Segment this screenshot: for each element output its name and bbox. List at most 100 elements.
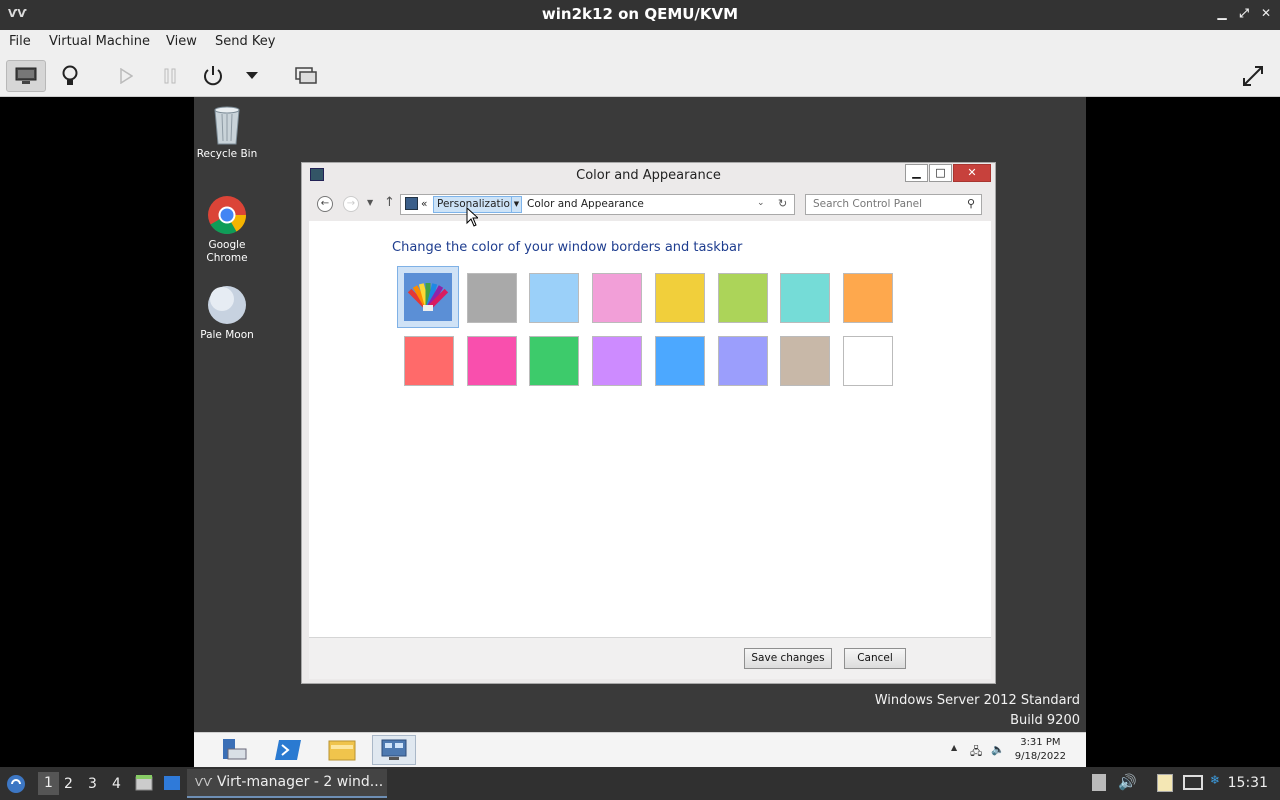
- search-input[interactable]: Search Control Panel ⚲: [805, 194, 982, 215]
- dialog-close-button[interactable]: ✕: [953, 164, 991, 182]
- workspace-4[interactable]: 4: [112, 776, 121, 792]
- power-menu-button[interactable]: [232, 60, 272, 92]
- breadcrumb-color-appearance[interactable]: Color and Appearance: [527, 198, 644, 210]
- color-swatch[interactable]: [780, 273, 831, 323]
- menu-virtual-machine[interactable]: Virtual Machine: [49, 34, 150, 49]
- start-menu-icon[interactable]: [6, 774, 26, 794]
- menu-file[interactable]: File: [9, 34, 31, 49]
- clipboard-icon[interactable]: [1092, 774, 1106, 791]
- desktop-icon-pale-moon[interactable]: Pale Moon: [194, 285, 260, 342]
- color-swatch[interactable]: [466, 336, 517, 386]
- windows-clock[interactable]: 3:31 PM 9/18/2022: [1015, 736, 1066, 764]
- color-swatch[interactable]: [780, 336, 831, 386]
- toolbar: [0, 54, 1280, 97]
- lightbulb-icon: [62, 65, 78, 85]
- color-swatch[interactable]: [654, 336, 705, 386]
- color-swatch[interactable]: [654, 273, 705, 323]
- run-button[interactable]: [106, 60, 146, 92]
- color-appearance-dialog: Color and Appearance ▁ □ ✕ ← → ▼ ↑ « Per…: [301, 162, 996, 684]
- updates-icon[interactable]: ❄: [1210, 773, 1220, 787]
- page-heading: Change the color of your window borders …: [392, 240, 743, 255]
- breadcrumb-overflow[interactable]: «: [421, 198, 427, 210]
- console-button[interactable]: [6, 60, 46, 92]
- workspace-2[interactable]: 2: [64, 776, 73, 792]
- desktop-icon-label: Pale Moon: [200, 329, 254, 341]
- desktop-icon-recycle-bin[interactable]: Recycle Bin: [194, 104, 260, 161]
- workspace-3[interactable]: 3: [88, 776, 97, 792]
- window-titlebar: ѴѴ win2k12 on QEMU/KVM ▁ ⤢ ✕: [0, 0, 1280, 30]
- dialog-minimize-button[interactable]: ▁: [905, 164, 928, 182]
- forward-arrow-icon: →: [346, 198, 356, 209]
- window-title: win2k12 on QEMU/KVM: [541, 5, 739, 23]
- details-button[interactable]: [50, 60, 90, 92]
- refresh-button[interactable]: ↻: [778, 197, 787, 210]
- desktop-icon-google-chrome[interactable]: Google Chrome: [194, 195, 260, 265]
- cancel-button[interactable]: Cancel: [844, 648, 906, 669]
- terminal-launcher-icon[interactable]: [135, 774, 153, 792]
- workspace-1[interactable]: 1: [38, 772, 59, 795]
- task-label: Virt-manager - 2 wind...: [217, 774, 384, 790]
- powershell-button[interactable]: [266, 735, 310, 765]
- snapshots-button[interactable]: [286, 60, 326, 92]
- minimize-icon[interactable]: ▁: [1216, 6, 1228, 21]
- color-swatch-automatic[interactable]: [397, 266, 459, 328]
- color-swatch[interactable]: [592, 336, 643, 386]
- volume-icon[interactable]: 🔊: [1118, 773, 1137, 791]
- color-swatch[interactable]: [592, 273, 643, 323]
- back-button[interactable]: ←: [317, 196, 333, 212]
- minimize-icon: ▁: [912, 166, 921, 179]
- close-icon: ✕: [967, 166, 977, 179]
- snapshots-icon: [295, 67, 317, 84]
- dialog-maximize-button[interactable]: □: [929, 164, 952, 182]
- power-button[interactable]: [193, 60, 233, 92]
- fullscreen-button[interactable]: [1233, 60, 1273, 92]
- server-manager-button[interactable]: [212, 735, 256, 765]
- chevron-down-icon: ▼: [513, 200, 520, 208]
- network-status-icon[interactable]: [1183, 775, 1203, 790]
- windows-time: 3:31 PM: [1020, 737, 1061, 748]
- save-changes-button[interactable]: Save changes: [744, 648, 832, 669]
- show-desktop-icon[interactable]: [163, 775, 181, 791]
- recycle-bin-icon: [207, 104, 247, 145]
- address-history-dropdown[interactable]: ⌄: [757, 198, 765, 208]
- close-icon[interactable]: ✕: [1260, 6, 1272, 21]
- color-swatch[interactable]: [717, 336, 768, 386]
- pause-icon: [164, 68, 176, 84]
- breadcrumb-dropdown[interactable]: ▼: [511, 196, 522, 213]
- color-swatch[interactable]: [404, 336, 454, 386]
- desktop-icon-label: Google Chrome: [206, 239, 248, 264]
- menu-view[interactable]: View: [166, 34, 197, 49]
- watermark-edition: Windows Server 2012 Standard: [874, 693, 1080, 708]
- color-swatch[interactable]: [717, 273, 768, 323]
- notes-icon[interactable]: [1157, 774, 1173, 792]
- mouse-cursor-icon: [466, 207, 478, 227]
- network-icon[interactable]: 🖧: [970, 743, 982, 762]
- windows-date: 9/18/2022: [1014, 751, 1066, 762]
- watermark-build: Build 9200: [1010, 713, 1080, 728]
- taskbar-virt-manager[interactable]: ѴѴ Virt-manager - 2 wind...: [187, 769, 387, 798]
- search-icon[interactable]: ⚲: [967, 197, 975, 210]
- maximize-icon[interactable]: ⤢: [1238, 6, 1250, 21]
- chevron-down-icon: ▼: [367, 198, 374, 207]
- control-panel-taskbar-button[interactable]: [372, 735, 416, 765]
- forward-button[interactable]: →: [343, 196, 359, 212]
- recent-locations-dropdown[interactable]: ▼: [367, 198, 373, 207]
- dialog-footer: Save changes Cancel: [309, 637, 991, 679]
- play-icon: [120, 68, 133, 84]
- color-swatch[interactable]: [529, 336, 580, 386]
- chrome-icon: [207, 195, 247, 235]
- windows-taskbar: ▲ 🖧 🔈 3:31 PM 9/18/2022: [194, 732, 1086, 767]
- color-swatch[interactable]: [842, 273, 893, 323]
- color-swatch[interactable]: [842, 336, 893, 386]
- pause-button[interactable]: [150, 60, 190, 92]
- volume-muted-icon[interactable]: 🔈: [991, 743, 1005, 756]
- color-swatch[interactable]: [466, 273, 517, 323]
- up-button[interactable]: ↑: [384, 195, 395, 210]
- menu-send-key[interactable]: Send Key: [215, 34, 275, 49]
- host-clock[interactable]: 15:31: [1228, 775, 1268, 791]
- color-swatch[interactable]: [529, 273, 580, 323]
- tray-overflow-icon[interactable]: ▲: [951, 743, 957, 752]
- address-bar[interactable]: « Personalization ▼ Color and Appearance…: [400, 194, 795, 215]
- file-explorer-button[interactable]: [320, 735, 364, 765]
- power-icon: [204, 66, 222, 86]
